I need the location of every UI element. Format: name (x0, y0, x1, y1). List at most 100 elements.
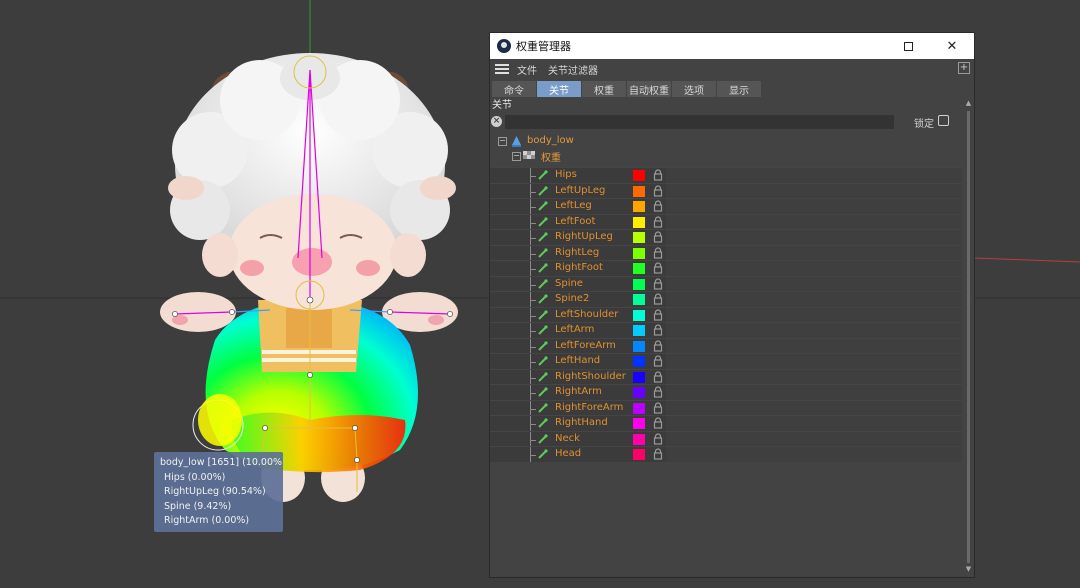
joint-color-swatch[interactable] (633, 294, 645, 305)
joint-search-input[interactable] (505, 115, 894, 129)
tab-joints[interactable]: 关节 (537, 81, 581, 97)
lock-icon[interactable] (653, 432, 663, 445)
vertical-scrollbar[interactable]: ▲ ▼ (965, 99, 972, 573)
joint-color-swatch[interactable] (633, 356, 645, 367)
joint-row[interactable]: Spine (490, 275, 962, 291)
joint-color-swatch[interactable] (633, 402, 645, 414)
weight-manager-panel: 权重管理器 ✕ 文件 关节过滤器 + 命令 关节 权重 自动权重 选项 显示 关… (489, 32, 975, 578)
lock-icon[interactable] (653, 277, 663, 290)
tooltip-line: body_low [1651] (10.00%) (160, 457, 283, 468)
joint-color-swatch[interactable] (633, 340, 645, 352)
joint-row[interactable]: LeftArm (490, 322, 962, 338)
joint-row[interactable]: LeftShoulder (490, 306, 962, 322)
tab-commands[interactable]: 命令 (492, 81, 536, 97)
joint-row[interactable]: RightForeArm (490, 399, 962, 415)
joint-row[interactable]: RightFoot (490, 260, 962, 276)
joint-row[interactable]: RightArm (490, 384, 962, 400)
joint-color-swatch[interactable] (633, 232, 645, 243)
polygon-object-icon (512, 136, 521, 147)
joint-row[interactable]: RightHand (490, 415, 962, 431)
joint-row[interactable]: LeftFoot (490, 213, 962, 229)
tab-options[interactable]: 选项 (672, 81, 716, 97)
lock-icon[interactable] (653, 215, 663, 228)
joint-row[interactable]: LeftUpLeg (490, 182, 962, 198)
tooltip-line: Spine (9.42%) (164, 500, 232, 512)
lock-icon[interactable] (653, 308, 663, 321)
tab-weights[interactable]: 权重 (582, 81, 626, 97)
lock-icon[interactable] (653, 200, 663, 212)
scrollbar-track[interactable] (967, 111, 970, 563)
joint-color-swatch[interactable] (633, 418, 645, 429)
joint-color-swatch[interactable] (633, 371, 645, 383)
joint-row[interactable]: RightLeg (490, 244, 962, 260)
joint-color-swatch[interactable] (633, 309, 645, 321)
window-title: 权重管理器 (516, 40, 571, 53)
tree-root-row[interactable]: − body_low (490, 135, 966, 149)
joint-color-swatch[interactable] (633, 185, 645, 197)
joint-color-swatch[interactable] (633, 387, 645, 398)
scroll-down-icon[interactable]: ▼ (965, 565, 972, 573)
scroll-up-icon[interactable]: ▲ (965, 99, 972, 107)
joint-label: Head (555, 448, 582, 459)
joint-label: LeftShoulder (555, 308, 619, 320)
lock-icon[interactable] (653, 324, 663, 336)
lock-icon[interactable] (653, 401, 663, 414)
lock-icon[interactable] (653, 448, 663, 460)
lock-icon[interactable] (653, 246, 663, 259)
joint-color-swatch[interactable] (633, 449, 645, 460)
joint-icon (538, 449, 548, 459)
close-button[interactable]: ✕ (930, 33, 974, 59)
lock-icon[interactable] (653, 184, 663, 197)
joint-icon (538, 418, 548, 428)
tab-bar: 命令 关节 权重 自动权重 选项 显示 (490, 79, 974, 99)
lock-icon[interactable] (653, 386, 663, 398)
add-panel-button[interactable]: + (958, 62, 970, 74)
tree-tag-row[interactable]: − 权重 (490, 149, 966, 164)
tab-auto-weights[interactable]: 自动权重 (627, 81, 671, 97)
joint-row[interactable]: RightShoulder (490, 368, 962, 384)
menu-file[interactable]: 文件 (517, 62, 537, 77)
hamburger-menu-icon[interactable] (495, 64, 509, 74)
lock-icon[interactable] (653, 262, 663, 274)
joint-color-swatch[interactable] (633, 433, 645, 445)
tab-display[interactable]: 显示 (717, 81, 761, 97)
menu-joint-filter[interactable]: 关节过滤器 (548, 62, 598, 77)
collapse-icon[interactable]: − (512, 152, 521, 161)
joint-color-swatch[interactable] (633, 247, 645, 259)
joint-row[interactable]: Hips (490, 167, 962, 183)
joint-label: LeftUpLeg (555, 184, 606, 196)
title-bar: 权重管理器 ✕ (490, 33, 974, 59)
joint-color-swatch[interactable] (633, 263, 645, 274)
joint-color-swatch[interactable] (633, 201, 645, 212)
joint-label: RightFoot (555, 262, 603, 273)
joint-row[interactable]: RightUpLeg (490, 229, 962, 245)
lock-icon[interactable] (653, 231, 663, 243)
section-label: 关节 (492, 100, 512, 111)
lock-icon[interactable] (653, 293, 663, 305)
joint-color-swatch[interactable] (633, 216, 645, 228)
joint-icon (538, 433, 548, 444)
joint-color-swatch[interactable] (633, 278, 645, 290)
joint-icon (538, 294, 548, 304)
lock-icon[interactable] (653, 169, 663, 181)
joint-row[interactable]: Head (490, 446, 962, 462)
joint-label: LeftFoot (555, 215, 596, 227)
joint-label: RightShoulder (555, 370, 626, 382)
maximize-button[interactable] (886, 33, 930, 59)
clear-search-icon[interactable]: × (491, 116, 502, 127)
lock-icon[interactable] (653, 417, 663, 429)
joint-row[interactable]: LeftLeg (490, 198, 962, 214)
joint-icon (538, 216, 548, 227)
lock-icon[interactable] (653, 355, 663, 367)
lock-icon[interactable] (653, 339, 663, 352)
joint-row[interactable]: LeftHand (490, 353, 962, 369)
joint-row[interactable]: LeftForeArm (490, 337, 962, 353)
tooltip-line: Hips (0.00%) (164, 471, 226, 483)
joint-color-swatch[interactable] (633, 325, 645, 336)
joint-row[interactable]: Neck (490, 430, 962, 446)
lock-icon[interactable] (653, 370, 663, 383)
collapse-icon[interactable]: − (498, 137, 507, 146)
joint-row[interactable]: Spine2 (490, 291, 962, 307)
lock-checkbox[interactable] (938, 115, 949, 126)
joint-color-swatch[interactable] (633, 170, 645, 181)
